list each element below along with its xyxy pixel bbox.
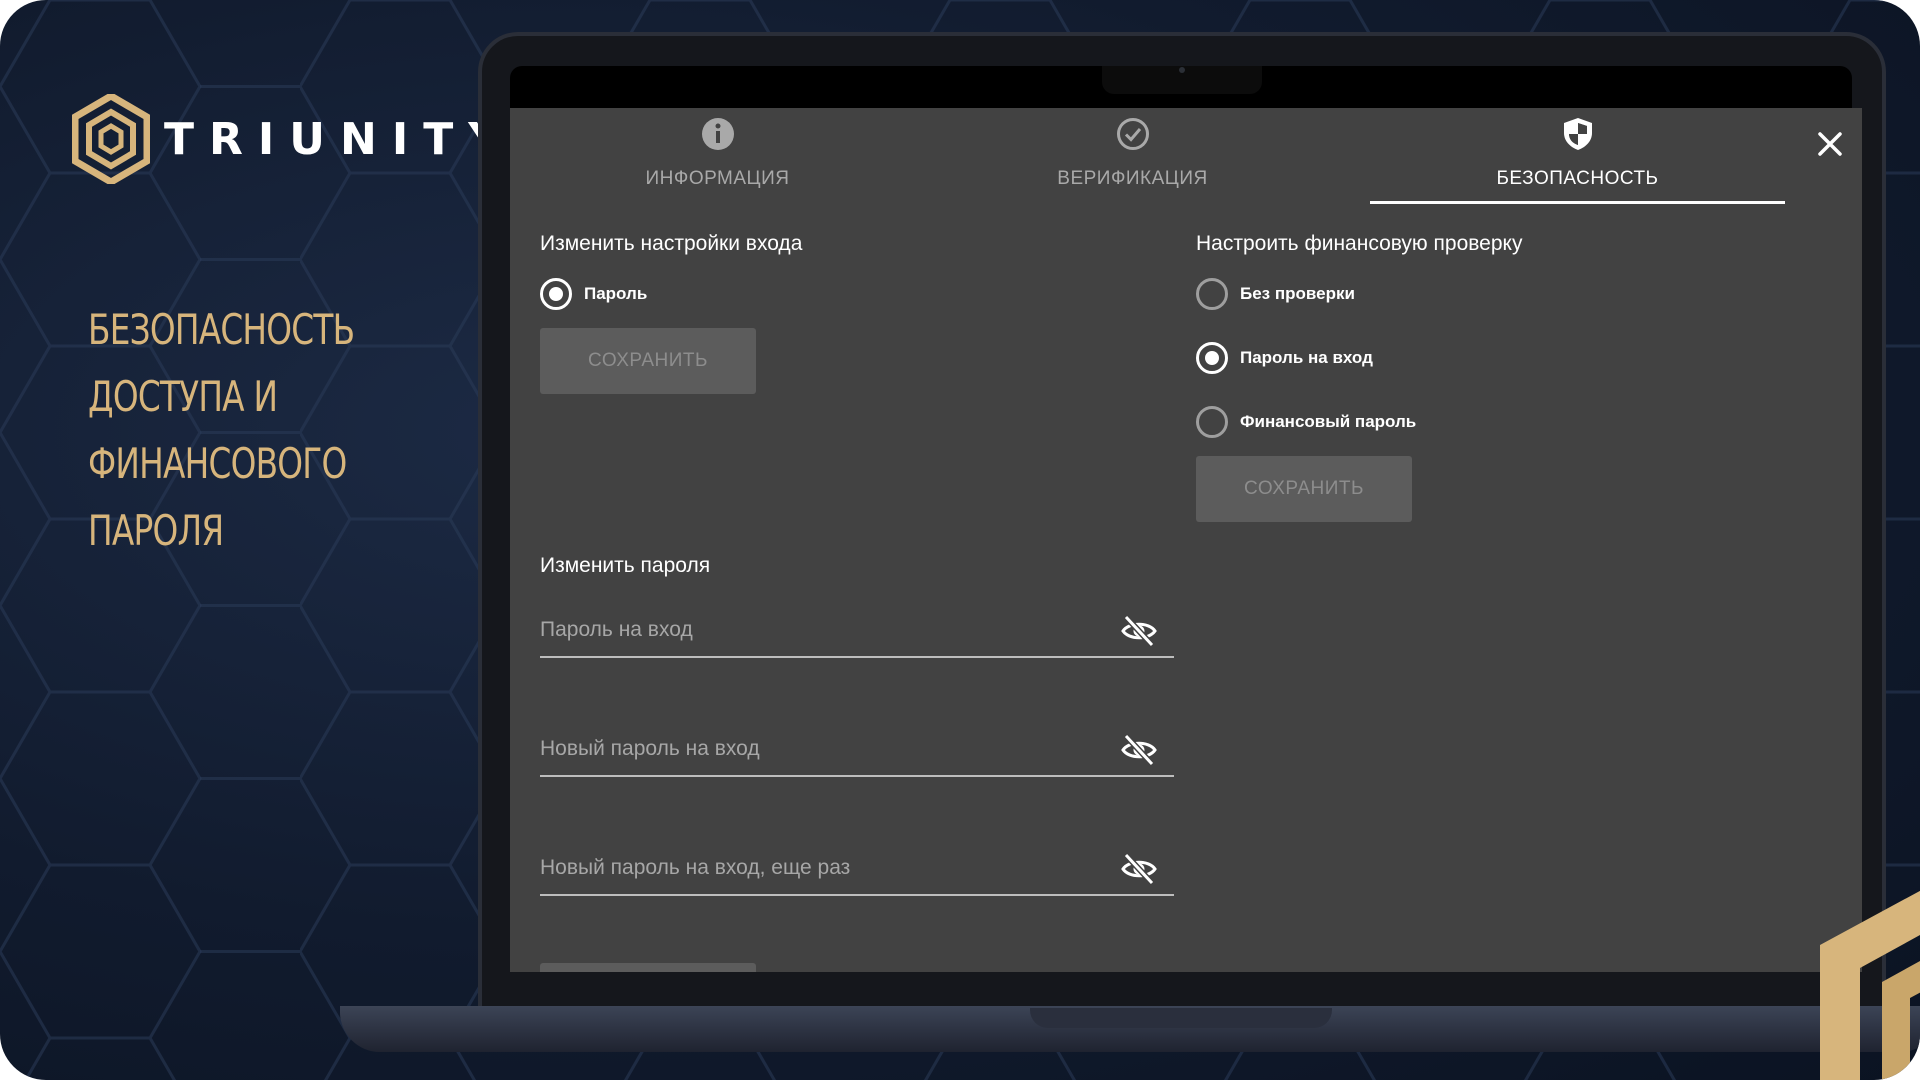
tab-label: ВЕРИФИКАЦИЯ bbox=[1057, 168, 1208, 189]
radio-label: Без проверки bbox=[1240, 284, 1355, 303]
radio-label: Пароль bbox=[584, 284, 648, 303]
repeat-new-password-input[interactable] bbox=[540, 846, 1100, 890]
laptop-base-groove bbox=[1030, 1008, 1332, 1028]
tab-information[interactable]: ИНФОРМАЦИЯ bbox=[510, 108, 925, 204]
radio-button[interactable] bbox=[1196, 278, 1228, 310]
headline-line: БЕЗОПАСНОСТЬ bbox=[88, 305, 355, 354]
corner-logo-icon bbox=[1820, 890, 1920, 1080]
tab-label: БЕЗОПАСНОСТЬ bbox=[1496, 168, 1659, 189]
radio-label: Финансовый пароль bbox=[1240, 412, 1417, 431]
radio-button[interactable] bbox=[540, 278, 572, 310]
radio-password[interactable]: Пароль bbox=[540, 278, 647, 310]
new-password-field bbox=[540, 727, 1174, 777]
close-icon[interactable] bbox=[1812, 126, 1848, 162]
brand-name: TRIUNITY bbox=[164, 113, 516, 165]
current-password-field bbox=[540, 608, 1174, 658]
shield-icon bbox=[1563, 118, 1592, 150]
save-password-button-partial[interactable] bbox=[540, 963, 756, 972]
save-login-settings-button[interactable]: СОХРАНИТЬ bbox=[540, 328, 756, 394]
tab-label: ИНФОРМАЦИЯ bbox=[645, 168, 790, 189]
finance-check-title: Настроить финансовую проверку bbox=[1196, 232, 1523, 255]
screen-bezel-bottom bbox=[510, 972, 1862, 1006]
camera bbox=[1179, 67, 1185, 73]
save-finance-check-button[interactable]: СОХРАНИТЬ bbox=[1196, 456, 1412, 522]
current-password-input[interactable] bbox=[540, 608, 1100, 652]
radio-financial-password[interactable]: Финансовый пароль bbox=[1196, 406, 1416, 438]
radio-no-check[interactable]: Без проверки bbox=[1196, 278, 1355, 310]
repeat-new-password-field bbox=[540, 846, 1174, 896]
hexagon-logo-icon bbox=[72, 94, 150, 184]
radio-button[interactable] bbox=[1196, 406, 1228, 438]
info-icon bbox=[701, 118, 734, 150]
headline-line: ФИНАНСОВОГО bbox=[88, 439, 347, 488]
security-settings-screen: ИНФОРМАЦИЯ ВЕРИФИКАЦИЯ БЕЗОПАСНОСТЬ Изме… bbox=[510, 108, 1862, 972]
eye-off-icon[interactable] bbox=[1120, 614, 1158, 648]
presentation-slide: TRIUNITY БЕЗОПАСНОСТЬ ДОСТУПА И ФИНАНСОВ… bbox=[0, 0, 1920, 1080]
login-settings-title: Изменить настройки входа bbox=[540, 232, 803, 255]
eye-off-icon[interactable] bbox=[1120, 852, 1158, 886]
check-circle-icon bbox=[1116, 118, 1149, 150]
change-password-title: Изменить пароля bbox=[540, 554, 711, 577]
headline-line: ПАРОЛЯ bbox=[88, 506, 224, 555]
headline: БЕЗОПАСНОСТЬ ДОСТУПА И ФИНАНСОВОГО ПАРОЛ… bbox=[88, 296, 355, 564]
radio-button[interactable] bbox=[1196, 342, 1228, 374]
tab-verification[interactable]: ВЕРИФИКАЦИЯ bbox=[925, 108, 1340, 204]
radio-label: Пароль на вход bbox=[1240, 348, 1373, 367]
tab-security[interactable]: БЕЗОПАСНОСТЬ bbox=[1370, 108, 1785, 204]
headline-line: ДОСТУПА И bbox=[88, 372, 278, 421]
brand: TRIUNITY bbox=[72, 94, 515, 184]
eye-off-icon[interactable] bbox=[1120, 733, 1158, 767]
tab-bar: ИНФОРМАЦИЯ ВЕРИФИКАЦИЯ БЕЗОПАСНОСТЬ bbox=[510, 108, 1862, 204]
new-password-input[interactable] bbox=[540, 727, 1100, 771]
radio-login-password[interactable]: Пароль на вход bbox=[1196, 342, 1373, 374]
active-tab-underline bbox=[1370, 201, 1785, 204]
